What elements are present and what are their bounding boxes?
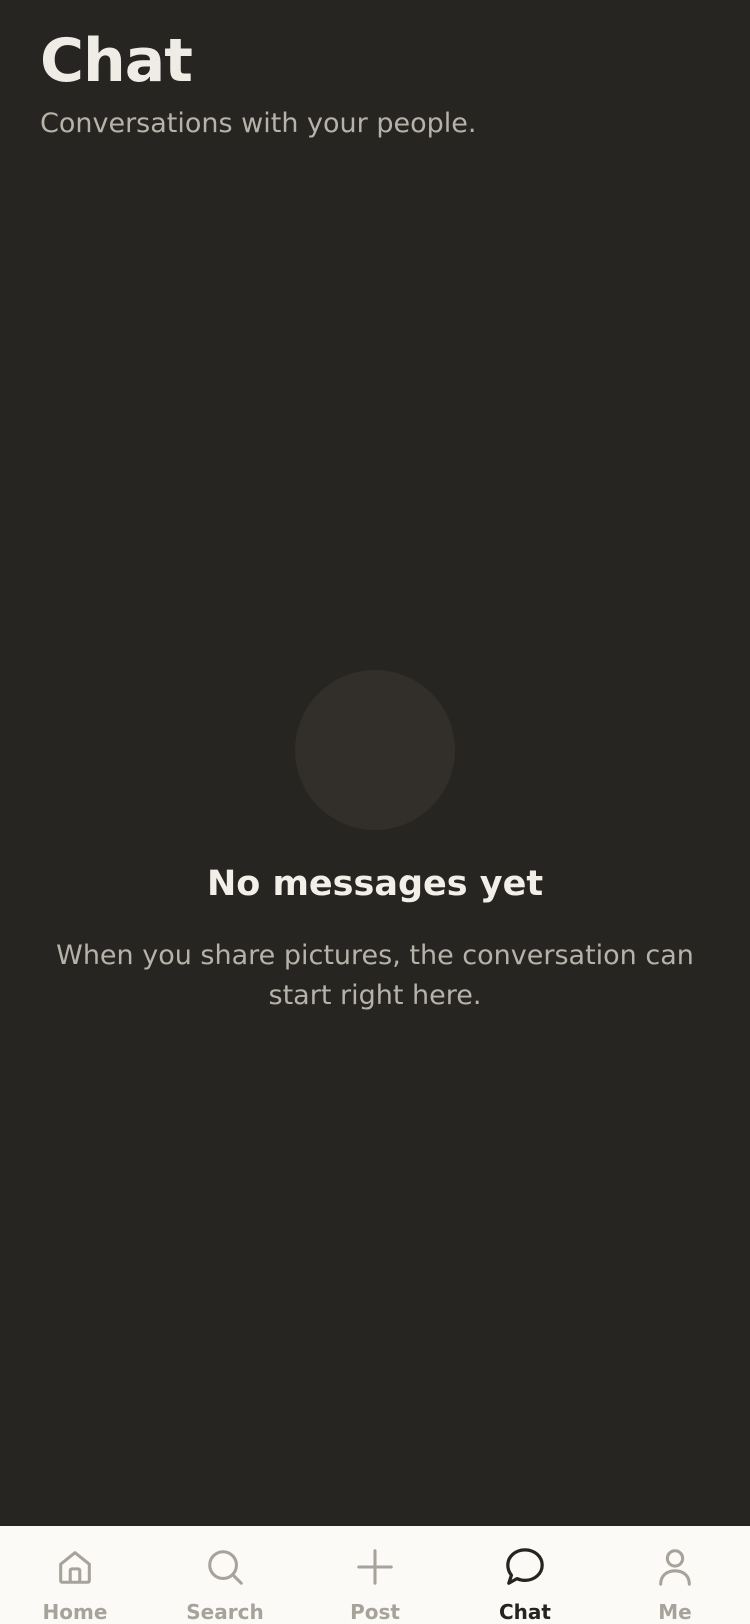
home-icon [59,1551,91,1584]
empty-state-title: No messages yet [206,864,544,904]
search-icon [208,1550,243,1585]
tab-me-label: Me [658,1600,692,1624]
tab-home-label: Home [42,1600,108,1624]
empty-state-body: When you share pictures, the conversatio… [56,940,694,1011]
chat-screen: Chat Conversations with your people. No … [0,0,750,1624]
empty-state-illustration [295,670,455,830]
page-header: Chat Conversations with your people. [40,26,710,142]
plus-icon [357,1549,393,1585]
page-title: Chat [40,26,193,96]
tab-search-label: Search [186,1600,264,1624]
empty-state: No messages yet When you share pictures,… [0,670,750,1016]
tab-search[interactable]: Search [150,1526,300,1624]
tab-home[interactable]: Home [0,1526,150,1624]
tab-chat-label: Chat [499,1600,551,1624]
person-icon [659,1549,691,1586]
tab-post[interactable]: Post [300,1526,450,1624]
tab-me[interactable]: Me [600,1526,750,1624]
bottom-tab-bar: Home Search Post Chat Me [0,1526,750,1624]
tab-post-label: Post [350,1600,400,1624]
tab-chat[interactable]: Chat [450,1526,600,1624]
page-subtitle: Conversations with your people. [40,108,477,139]
chat-bubble-icon [506,1548,544,1585]
